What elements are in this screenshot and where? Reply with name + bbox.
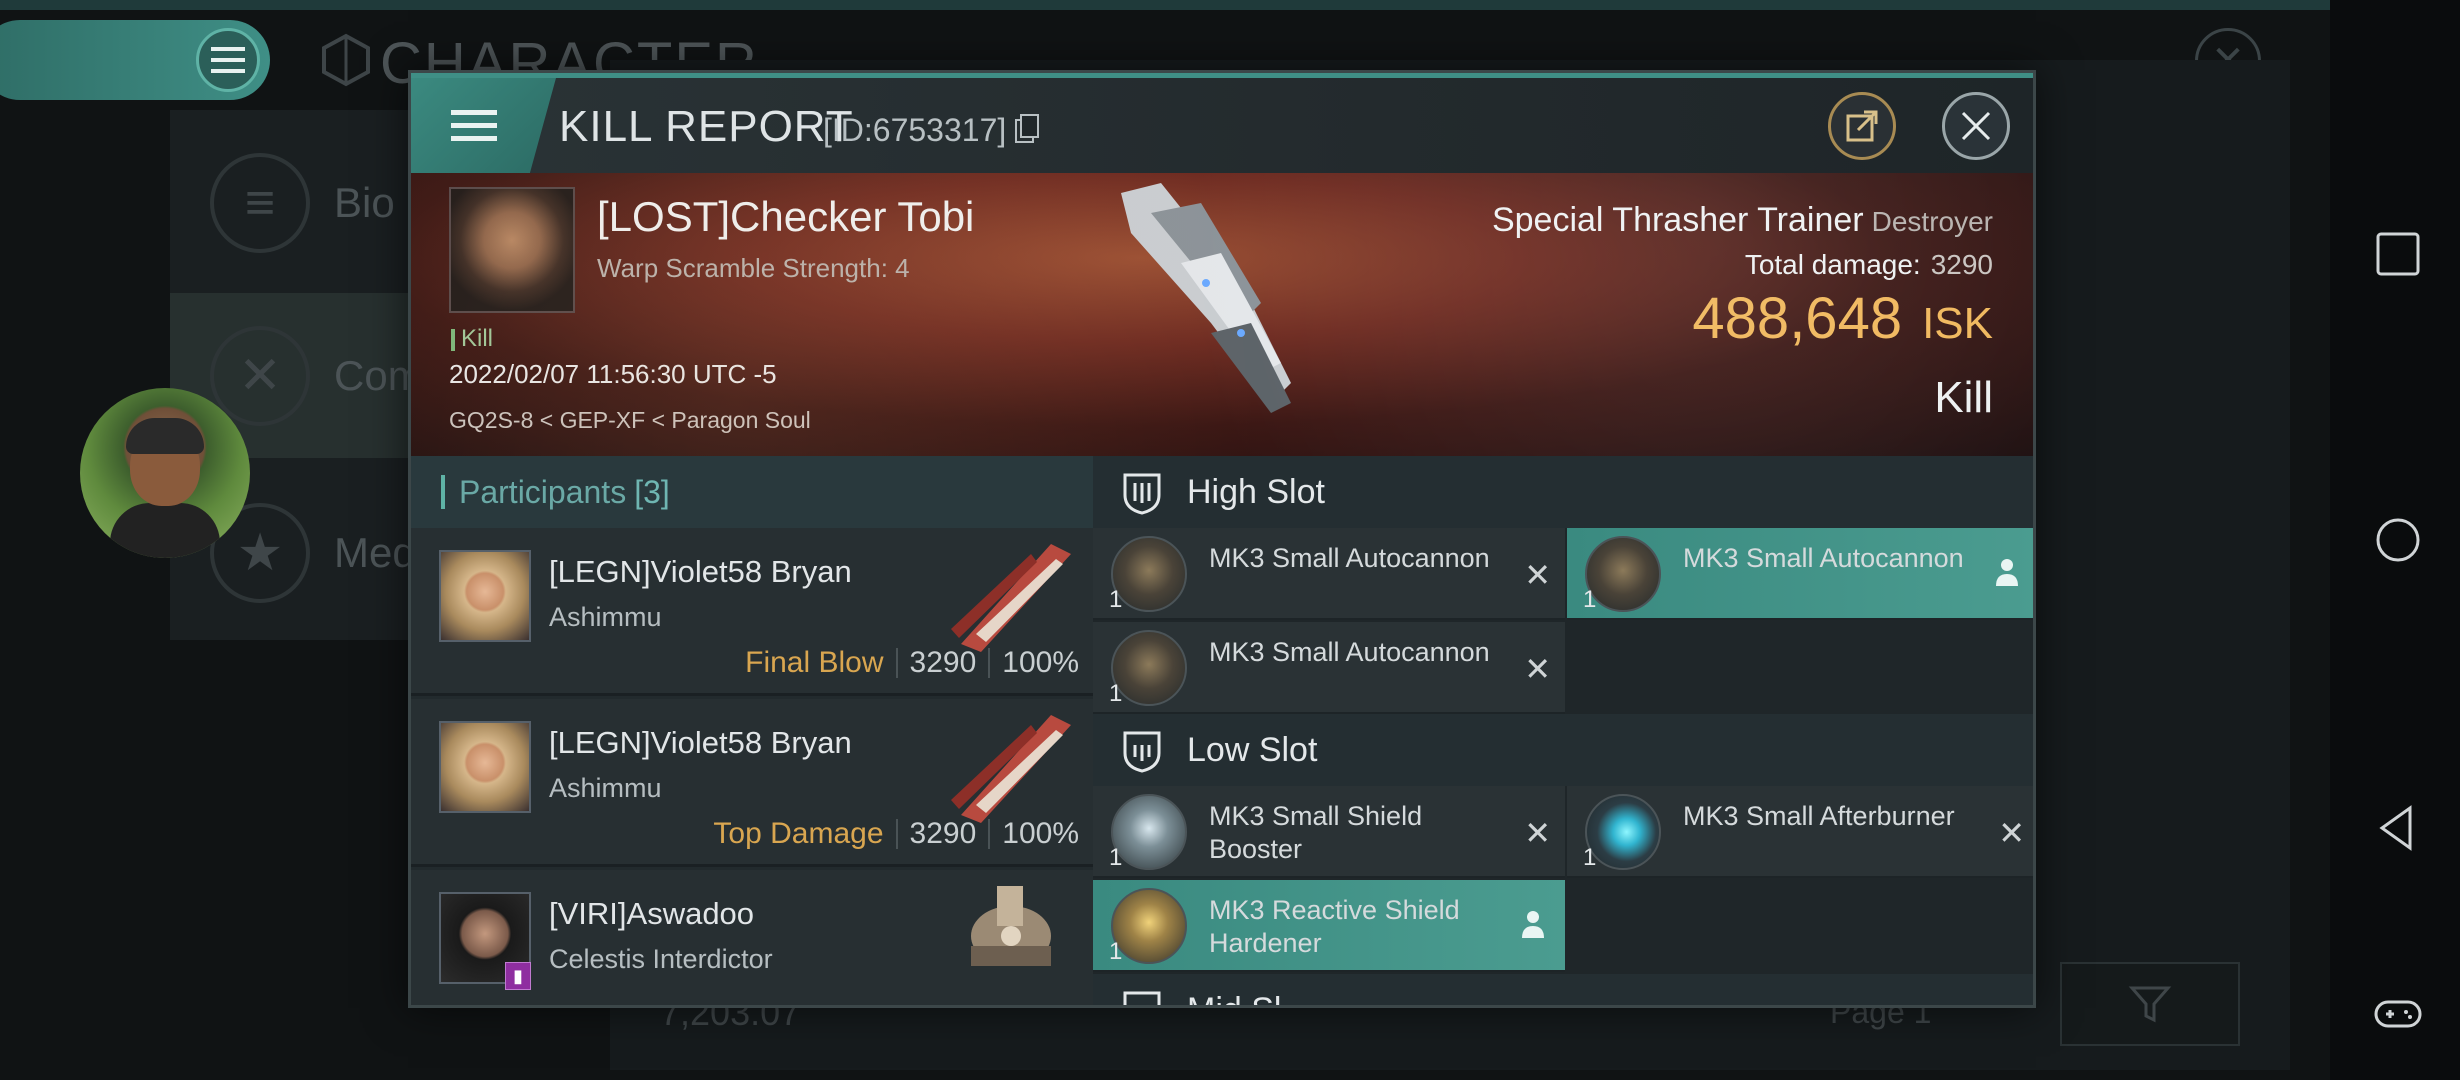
filter-button[interactable] (2060, 962, 2240, 1046)
participant-ship: Ashimmu (549, 602, 662, 632)
copy-icon[interactable] (1014, 114, 1040, 144)
victim-portrait[interactable] (449, 187, 575, 313)
report-id: [ID:6753317] (823, 112, 1007, 148)
victim-name[interactable]: [LOST]Checker Tobi (597, 193, 974, 241)
module-name: MK3 Small Autocannon (1209, 637, 1490, 667)
module-item[interactable]: 1 MK3 Small Afterburner ✕ (1567, 786, 2033, 878)
autocannon-icon (1111, 536, 1187, 612)
participant-stats: Top Damage 3290 100% (713, 817, 1079, 850)
filter-icon (2128, 986, 2172, 1023)
corp-badge-icon: ▮ (505, 962, 531, 990)
victim-banner: [LOST]Checker Tobi Warp Scramble Strengt… (411, 173, 2033, 456)
module-item[interactable]: 1 MK3 Reactive Shield Hardener (1093, 880, 1565, 972)
participants-header: Participants [3] (411, 456, 1093, 528)
kill-datetime: 2022/02/07 11:56:30 UTC -5 (449, 359, 777, 389)
kill-report-modal: KILL REPORT [ID:6753317] [LOST]Checker T… (408, 70, 2036, 1008)
fitting-panel: High Slot 1 MK3 Small Autocannon ✕ 1 MK3… (1093, 456, 2033, 1005)
destroyed-icon: ✕ (1524, 815, 1551, 851)
background-menu-pill[interactable] (0, 20, 270, 100)
participant-ship-image (971, 886, 1051, 966)
destroyed-icon: ✕ (1524, 651, 1551, 687)
close-button[interactable] (1942, 92, 2010, 160)
mid-slot-icon (1123, 991, 1161, 1005)
participants-panel: Participants [3] [LEGN]Violet58 Bryan Ash… (411, 456, 1093, 1005)
shield-booster-icon (1111, 794, 1187, 870)
victim-ship-image (1121, 183, 1291, 413)
kill-tag: Kill (451, 325, 493, 353)
gamepad-icon[interactable] (2374, 990, 2422, 1038)
destroyed-icon: ✕ (1524, 557, 1551, 593)
warp-strength: Warp Scramble Strength: 4 (597, 253, 910, 283)
participant-row[interactable]: [LEGN]Violet58 Bryan Ashimmu Top Damage … (411, 699, 1093, 867)
total-damage: Total damage: 3290 (1744, 249, 1993, 280)
module-name: MK3 Reactive Shield Hardener (1209, 895, 1460, 958)
module-item[interactable]: 1 MK3 Small Autocannon (1567, 528, 2033, 620)
top-status-line (0, 0, 2330, 10)
module-item[interactable]: 1 MK3 Small Autocannon ✕ (1093, 528, 1565, 620)
afterburner-icon (1585, 794, 1661, 870)
module-item[interactable]: 1 MK3 Small Autocannon ✕ (1093, 622, 1565, 714)
participant-ship: Ashimmu (549, 773, 662, 803)
destroyed-icon: ✕ (1998, 815, 2025, 851)
kill-result: Kill (1934, 373, 1993, 422)
module-name: MK3 Small Autocannon (1209, 543, 1490, 573)
victim-ship-name: Special Thrasher Trainer Destroyer (1491, 201, 1993, 239)
isk-value: 488,648 ISK (1692, 286, 1993, 351)
back-icon[interactable] (2374, 804, 2422, 852)
menu-icon (450, 109, 497, 141)
participant-row[interactable]: [LEGN]Violet58 Bryan Ashimmu Final Blow … (411, 528, 1093, 696)
recent-apps-icon[interactable] (2374, 230, 2422, 278)
participant-row[interactable]: ▮ [VIRI]Aswadoo Celestis Interdictor (411, 870, 1093, 1005)
close-icon (1961, 111, 1991, 141)
sidebar-item-label: Bio (334, 178, 395, 226)
swords-icon: ✕ (210, 325, 310, 426)
dropped-person-icon (1996, 559, 2018, 586)
module-name: MK3 Small Shield Booster (1209, 801, 1423, 864)
floating-user-avatar[interactable] (80, 388, 250, 558)
participant-portrait (439, 721, 531, 813)
kill-location: GQ2S-8 < GEP-XF < Paragon Soul (449, 407, 811, 433)
home-icon[interactable] (2374, 516, 2422, 564)
participant-ship-image (951, 715, 1071, 823)
shield-hardener-icon (1111, 888, 1187, 964)
participant-name: [VIRI]Aswadoo (549, 896, 755, 931)
low-slot-header: Low Slot (1093, 714, 2033, 786)
dropped-person-icon (1522, 911, 1544, 938)
share-button[interactable] (1828, 92, 1896, 160)
participant-ship: Celestis Interdictor (549, 944, 773, 974)
participant-name: [LEGN]Violet58 Bryan (549, 554, 852, 589)
share-icon (1846, 110, 1878, 142)
modal-title: KILL REPORT (559, 102, 854, 151)
high-slot-header: High Slot (1093, 456, 2033, 528)
character-icon (322, 33, 370, 87)
autocannon-icon (1585, 536, 1661, 612)
participant-stats: Final Blow 3290 100% (745, 646, 1079, 679)
mid-slot-header: Mid Sl (1093, 974, 2033, 1005)
module-item[interactable]: 1 MK3 Small Shield Booster ✕ (1093, 786, 1565, 878)
menu-icon[interactable] (196, 28, 260, 92)
module-name: MK3 Small Afterburner (1683, 801, 1955, 831)
module-name: MK3 Small Autocannon (1683, 543, 1964, 573)
modal-menu-button[interactable] (411, 78, 556, 173)
participant-ship-image (951, 544, 1071, 652)
list-icon: ≡ (210, 152, 310, 253)
low-slot-icon (1123, 731, 1161, 773)
autocannon-icon (1111, 630, 1187, 706)
participant-name: [LEGN]Violet58 Bryan (549, 725, 852, 760)
high-slot-icon (1123, 473, 1161, 515)
sidebar-item-label: Med (334, 528, 416, 576)
participant-portrait (439, 550, 531, 642)
modal-header: KILL REPORT [ID:6753317] (411, 73, 2033, 173)
